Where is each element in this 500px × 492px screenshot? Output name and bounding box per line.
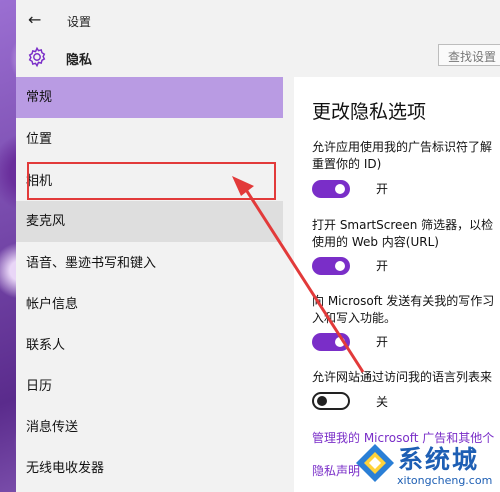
sidebar: 常规 位置 相机 麦克风 语音、墨迹书写和键入 帐户信息 联系人 日历 消息传送… (16, 77, 283, 492)
settings-window: ← 设置 隐私 查找设置 常规 位置 相机 麦克风 语音、墨迹书写和键入 帐户信… (16, 0, 500, 492)
sidebar-item-radios[interactable]: 无线电收发器 (16, 448, 283, 489)
back-button[interactable]: ← (28, 10, 48, 30)
search-input[interactable]: 查找设置 (438, 44, 500, 66)
sidebar-item-calendar[interactable]: 日历 (16, 366, 283, 407)
toggle-state-label: 开 (376, 182, 389, 196)
sidebar-item-messaging[interactable]: 消息传送 (16, 407, 283, 448)
watermark-brand: 系统城 (398, 445, 480, 474)
language-list-toggle[interactable] (312, 392, 350, 410)
setting-description: 允许网站通过访问我的语言列表来 (312, 370, 493, 384)
sidebar-item-location[interactable]: 位置 (16, 119, 283, 160)
toggle-state-label: 开 (376, 259, 389, 273)
page-title: 隐私 (66, 53, 93, 68)
toggle-knob (317, 396, 327, 406)
watermark-logo-icon (356, 444, 394, 482)
back-arrow-icon: ← (28, 10, 42, 29)
sidebar-item-general[interactable]: 常规 (16, 77, 283, 118)
toggle-state-label: 关 (376, 395, 389, 409)
sidebar-item-account-info[interactable]: 帐户信息 (16, 284, 283, 325)
gear-icon (28, 46, 46, 68)
main-content: 更改隐私选项 允许应用使用我的广告标识符了解 重置你的 ID) 开 打开 Sma… (294, 77, 500, 492)
pane-divider (283, 77, 294, 492)
setting-description: 重置你的 ID) (312, 157, 382, 171)
setting-description: 向 Microsoft 发送有关我的写作习 (312, 294, 495, 308)
window-title: 设置 (67, 15, 92, 29)
setting-description: 入和写入功能。 (312, 311, 397, 325)
sidebar-item-speech-inking-typing[interactable]: 语音、墨迹书写和键入 (16, 243, 283, 284)
setting-description: 打开 SmartScreen 筛选器，以检 (312, 218, 494, 232)
toggle-knob (335, 337, 345, 347)
toggle-state-label: 开 (376, 335, 389, 349)
writing-info-toggle[interactable] (312, 333, 350, 351)
camera-highlight-box (27, 162, 276, 200)
toggle-knob (335, 184, 345, 194)
setting-description: 允许应用使用我的广告标识符了解 (312, 140, 493, 154)
advertising-id-toggle[interactable] (312, 180, 350, 198)
toggle-knob (335, 261, 345, 271)
section-heading: 更改隐私选项 (312, 101, 427, 123)
page-header: 隐私 查找设置 (16, 40, 500, 76)
title-bar: ← 设置 (16, 0, 500, 40)
watermark: 系统城 xitongcheng.com (350, 436, 500, 492)
sidebar-item-contacts[interactable]: 联系人 (16, 325, 283, 366)
sidebar-item-microphone[interactable]: 麦克风 (16, 201, 283, 242)
setting-description: 使用的 Web 内容(URL) (312, 235, 439, 249)
smartscreen-toggle[interactable] (312, 257, 350, 275)
watermark-url: xitongcheng.com (397, 474, 493, 487)
